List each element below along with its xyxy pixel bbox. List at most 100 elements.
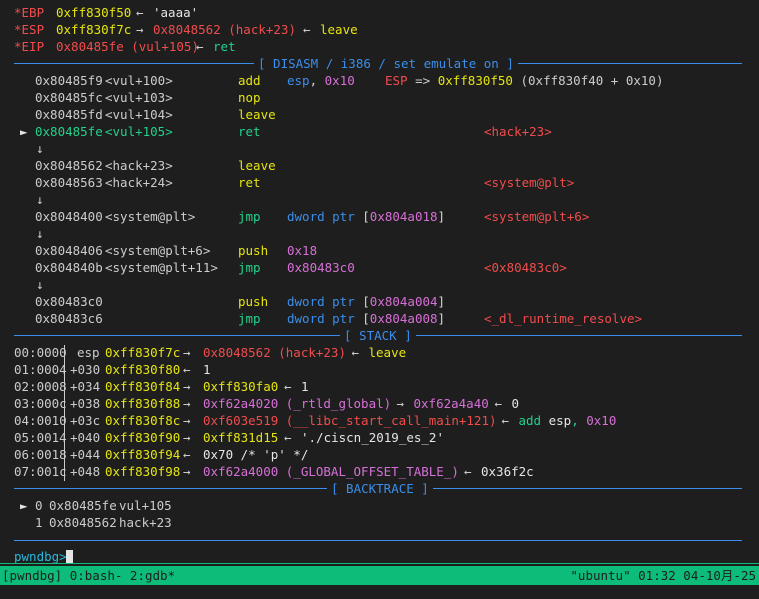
backtrace-frame[interactable]: 1 0x8048562 hack+23 [0, 514, 759, 531]
flow-arrow-row: ↓ [0, 140, 759, 157]
register-deref: 'aaaa' [153, 5, 199, 20]
instruction-operands: dword ptr [0x804a004] [287, 294, 446, 309]
arrow-icon: → [183, 345, 191, 360]
arrow-icon: ← [284, 379, 292, 394]
register-esp-line: *ESP 0xff830f7c → 0x8048562 (hack+23) ← … [0, 21, 759, 38]
disasm-row[interactable]: 0x804840b <system@plt+11> jmp 0x80483c0 <0x8… [0, 259, 759, 276]
register-name: *ESP [14, 22, 45, 37]
disasm-row[interactable]: 0x8048406 <system@plt+6> push 0x18 [0, 242, 759, 259]
instruction-mnemonic: push [238, 243, 269, 258]
arrow-icon: ← [501, 413, 510, 428]
stack-address: 0xff830f90 [105, 430, 181, 445]
instruction-annotation: ESP => 0xff830f50 (0xff830f40 + 0x10) [385, 73, 664, 88]
stack-deref-value: 0 [511, 396, 520, 411]
instruction-address: 0x80483c0 [35, 294, 103, 309]
arrow-icon: ← [494, 396, 503, 411]
arrow-icon: → [136, 22, 144, 37]
instruction-mnemonic: jmp [238, 311, 261, 326]
instruction-address: 0x80485f9 [35, 73, 103, 88]
register-value: 0xff830f7c [56, 22, 132, 37]
instruction-operands: dword ptr [0x804a008] [287, 311, 446, 326]
disasm-section-header: [ DISASM / i386 / set emulate on ] [0, 55, 759, 72]
instruction-mnemonic: add [238, 73, 261, 88]
stack-row[interactable]: 07:001c +048 0xff830f98 → 0xf62a4000 (_GLOBA… [0, 463, 759, 480]
frame-address: 0x80485fe [49, 498, 117, 513]
down-arrow-icon: ↓ [36, 226, 44, 241]
stack-chain-value: 0xff831d15 [203, 430, 279, 445]
stack-address: 0xff830f8c [105, 413, 181, 428]
frame-number: 1 [35, 515, 43, 530]
instruction-address: 0x80485fc [35, 90, 103, 105]
arrow-icon: → [183, 430, 191, 445]
flow-arrow-row: ↓ [0, 225, 759, 242]
register-name: *EIP [14, 39, 45, 54]
tmux-status-bar: [pwndbg] 0:bash- 2:gdb* "ubuntu" 01:32 0… [0, 566, 759, 585]
stack-chain-value: 0xf62a4020 (_rtld_global) [203, 396, 392, 411]
instruction-mnemonic: ret [238, 175, 261, 190]
stack-deref-value: add esp, 0x10 [518, 413, 617, 428]
register-value: 0xff830f50 [56, 5, 132, 20]
stack-address: 0xff830f84 [105, 379, 181, 394]
instruction-address: 0x8048563 [35, 175, 103, 190]
stack-row[interactable]: 06:0018 +044 0xff830f94 ← 0x70 /* 'p' */ [0, 446, 759, 463]
stack-index: 07:001c [14, 464, 67, 479]
stack-section-header: [ STACK ] [0, 327, 759, 344]
instruction-operands: dword ptr [0x804a018] [287, 209, 446, 224]
stack-deref-value: 0x36f2c [481, 464, 534, 479]
instruction-mnemonic: push [238, 294, 269, 309]
tmux-host-clock: "ubuntu" 01:32 04-10月-25 [570, 568, 756, 583]
stack-row[interactable]: 04:0010 +03c 0xff830f8c → 0xf603e519 (__libc… [0, 412, 759, 429]
tmux-window-list[interactable]: [pwndbg] 0:bash- 2:gdb* [2, 567, 175, 584]
arrow-icon: → [183, 413, 191, 428]
stack-offset: +03c [70, 413, 101, 428]
disasm-row[interactable]: 0x8048563 <hack+24> ret <system@plt> [0, 174, 759, 191]
instruction-address: 0x8048400 [35, 209, 103, 224]
stack-index: 02:0008 [14, 379, 67, 394]
stack-offset: +038 [70, 396, 101, 411]
instruction-operands: esp, 0x10 [287, 73, 355, 88]
backtrace-frame[interactable]: ► 0 0x80485fe vul+105 [0, 497, 759, 514]
register-deref-insn: ret [213, 39, 236, 54]
stack-row[interactable]: 02:0008 +034 0xff830f84 → 0xff830fa0 ← 1 [0, 378, 759, 395]
arrow-icon: ← [136, 5, 144, 20]
stack-deref-value: 0x70 /* 'p' */ [203, 447, 309, 462]
arrow-icon: ← [464, 464, 472, 479]
disasm-row[interactable]: 0x80485f9 <vul+100> add esp, 0x10 ESP => 0xf… [0, 72, 759, 89]
down-arrow-icon: ↓ [36, 192, 44, 207]
disasm-row[interactable]: 0x8048400 <system@plt> jmp dword ptr [0x804… [0, 208, 759, 225]
stack-offset: +048 [70, 464, 101, 479]
current-instruction-marker-icon: ► [20, 124, 28, 139]
disasm-row[interactable]: 0x8048562 <hack+23> leave [0, 157, 759, 174]
disasm-row[interactable]: ► 0x80485fe <vul+105> ret <hack+23> [0, 123, 759, 140]
flow-arrow-row: ↓ [0, 191, 759, 208]
instruction-mnemonic: leave [238, 158, 276, 173]
stack-index: 06:0018 [14, 447, 67, 462]
instruction-annotation: <system@plt+6> [484, 209, 590, 224]
instruction-address: 0x804840b [35, 260, 103, 275]
stack-row[interactable]: 01:0004 +030 0xff830f80 ← 1 [0, 361, 759, 378]
disasm-row[interactable]: 0x80483c6 jmp dword ptr [0x804a008] <_dl_ru… [0, 310, 759, 327]
disasm-title: [ DISASM / i386 / set emulate on ] [254, 55, 518, 72]
disasm-row[interactable]: 0x80485fd <vul+104> leave [0, 106, 759, 123]
arrow-icon: ← [196, 39, 204, 54]
instruction-address: 0x8048406 [35, 243, 103, 258]
instruction-mnemonic: jmp [238, 209, 261, 224]
stack-row[interactable]: 00:0000 esp 0xff830f7c → 0x8048562 (hack+23)… [0, 344, 759, 361]
instruction-address: 0x8048562 [35, 158, 103, 173]
arrow-icon: ← [303, 22, 311, 37]
current-frame-marker-icon: ► [20, 498, 28, 513]
stack-row[interactable]: 03:000c +038 0xff830f88 → 0xf62a4020 (_rtld_… [0, 395, 759, 412]
disasm-row[interactable]: 0x80485fc <vul+103> nop [0, 89, 759, 106]
instruction-address: 0x80485fd [35, 107, 103, 122]
stack-offset: +030 [70, 362, 101, 377]
frame-function: hack+23 [119, 515, 172, 530]
stack-chain-value: 0x8048562 (hack+23) [203, 345, 346, 360]
register-name: *EBP [14, 5, 45, 20]
backtrace-section-header: [ BACKTRACE ] [0, 480, 759, 497]
disasm-row[interactable]: 0x80483c0 push dword ptr [0x804a004] [0, 293, 759, 310]
stack-row[interactable]: 05:0014 +040 0xff830f90 → 0xff831d15 ← './cisc… [0, 429, 759, 446]
stack-deref-value: './ciscn_2019_es_2' [301, 430, 444, 445]
instruction-symbol: <hack+23> [105, 158, 173, 173]
instruction-symbol: <vul+105> [105, 124, 173, 139]
prompt-rule [14, 540, 742, 541]
